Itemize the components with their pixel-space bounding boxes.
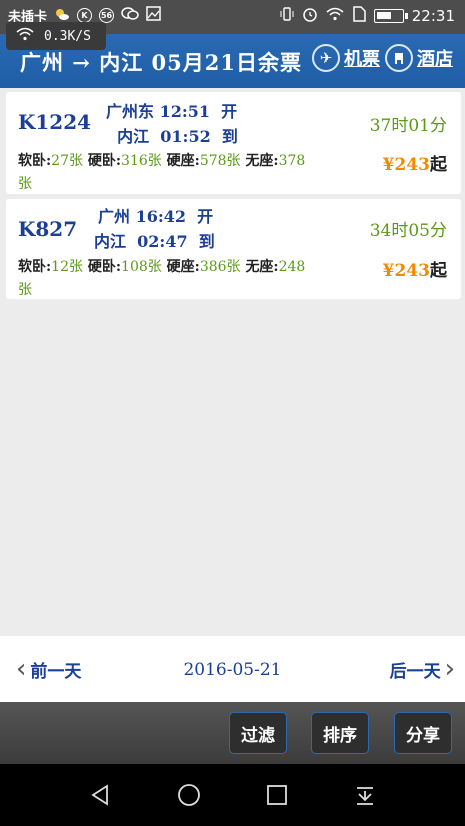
- depart-line: 广州东 12:51 开: [106, 102, 238, 121]
- k-badge-icon: K: [77, 8, 93, 23]
- seat-label: 软卧:: [18, 153, 52, 169]
- airplane-icon: ✈: [312, 44, 340, 72]
- hotel-icon: [385, 44, 413, 72]
- wechat-icon: [121, 6, 139, 25]
- recents-icon[interactable]: [264, 782, 290, 808]
- chevron-right-icon: ›: [444, 654, 455, 684]
- seat-label: 硬座:: [166, 153, 200, 169]
- seat-availability: 软卧:27张 硬卧:316张 硬座:578张 无座:378张: [18, 150, 318, 196]
- price-suffix: 起: [430, 155, 447, 175]
- depart-line: 广州 16:42 开: [98, 207, 214, 226]
- seat-label: 硬卧:: [87, 259, 122, 275]
- flight-link[interactable]: ✈ 机票: [312, 44, 380, 72]
- 56-badge-icon: 56: [99, 8, 115, 23]
- flight-label: 机票: [344, 49, 380, 70]
- filter-button[interactable]: 过滤: [229, 712, 287, 754]
- next-day-label: 后一天: [389, 661, 441, 682]
- seat-label: 软卧:: [18, 259, 52, 275]
- net-speed-text: 0.3K/S: [44, 28, 91, 44]
- sim-icon: [352, 6, 366, 26]
- train-card[interactable]: K827 广州 16:42 开 内江 02:47 到 34时05分 软卧:12张…: [6, 199, 461, 299]
- date-navigation: ‹ 前一天 2016-05-21 后一天 ›: [0, 636, 465, 702]
- seat-count: 27张: [51, 153, 83, 169]
- home-icon[interactable]: [176, 782, 202, 808]
- back-icon[interactable]: [88, 782, 114, 808]
- seat-label: 硬座:: [166, 259, 200, 275]
- vibrate-icon: [280, 6, 294, 26]
- price-amount: ¥243: [382, 155, 430, 175]
- price: ¥243起: [383, 256, 447, 281]
- notification-pull-icon[interactable]: [352, 782, 378, 808]
- arrive-line: 内江 01:52 到: [106, 127, 238, 146]
- train-number: K827: [18, 217, 78, 241]
- wifi-icon: [16, 27, 34, 45]
- duration: 34时05分: [369, 221, 447, 241]
- action-bar: 过滤 排序 分享: [0, 702, 465, 764]
- share-button[interactable]: 分享: [394, 712, 452, 754]
- price-amount: ¥243: [382, 261, 430, 281]
- battery-icon: [373, 9, 408, 23]
- duration: 37时01分: [369, 116, 447, 136]
- seat-count: 12张: [51, 259, 83, 275]
- route-title: 广州 → 内江 05月21日余票: [20, 50, 302, 75]
- hotel-link[interactable]: 酒店: [385, 44, 453, 72]
- seat-count: 578张: [199, 153, 241, 169]
- seat-count: 108张: [121, 259, 162, 275]
- battery-fill: [376, 12, 391, 19]
- train-number: K1224: [18, 110, 92, 134]
- alarm-icon: [302, 6, 318, 26]
- hotel-label: 酒店: [417, 49, 453, 70]
- seat-count: 386张: [199, 259, 241, 275]
- net-speed-overlay: 0.3K/S: [6, 22, 106, 50]
- wifi-icon: [326, 7, 344, 25]
- train-card[interactable]: K1224 广州东 12:51 开 内江 01:52 到 37时01分 软卧:2…: [6, 92, 461, 194]
- price: ¥243起: [383, 150, 447, 175]
- clock-text: 22:31: [411, 7, 455, 25]
- status-right: 22:31: [280, 6, 455, 26]
- sort-button[interactable]: 排序: [311, 712, 369, 754]
- seat-availability: 软卧:12张 硬卧:108张 硬座:386张 无座:248张: [18, 256, 318, 302]
- image-icon: [146, 6, 161, 25]
- system-nav-bar: [0, 764, 465, 826]
- seat-label: 无座:: [245, 153, 279, 169]
- next-day-button[interactable]: 后一天 ›: [390, 656, 455, 682]
- price-suffix: 起: [430, 261, 447, 281]
- seat-label: 硬卧:: [87, 153, 122, 169]
- seat-label: 无座:: [245, 259, 279, 275]
- arrive-line: 内江 02:47 到: [94, 232, 215, 251]
- seat-count: 316张: [121, 153, 162, 169]
